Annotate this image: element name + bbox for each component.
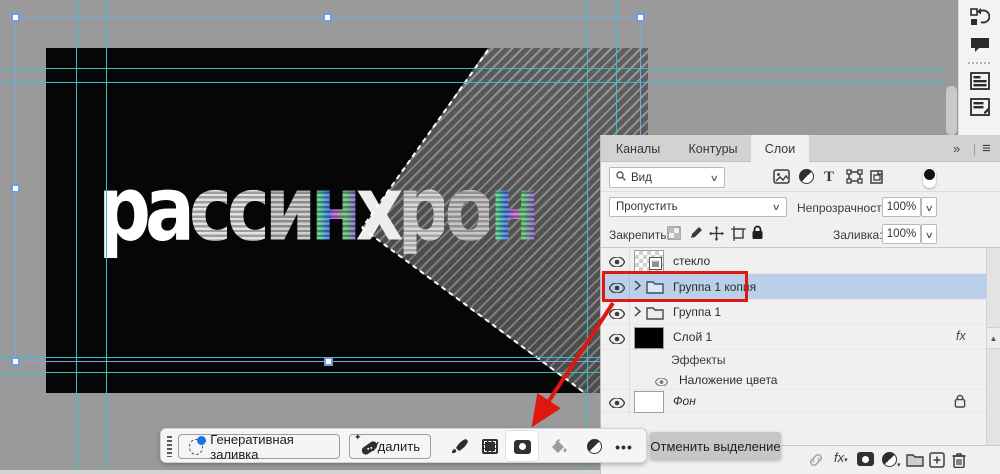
- photoshop-workspace: рассинхрон: [0, 0, 1000, 474]
- annotation-arrow: [0, 0, 1000, 474]
